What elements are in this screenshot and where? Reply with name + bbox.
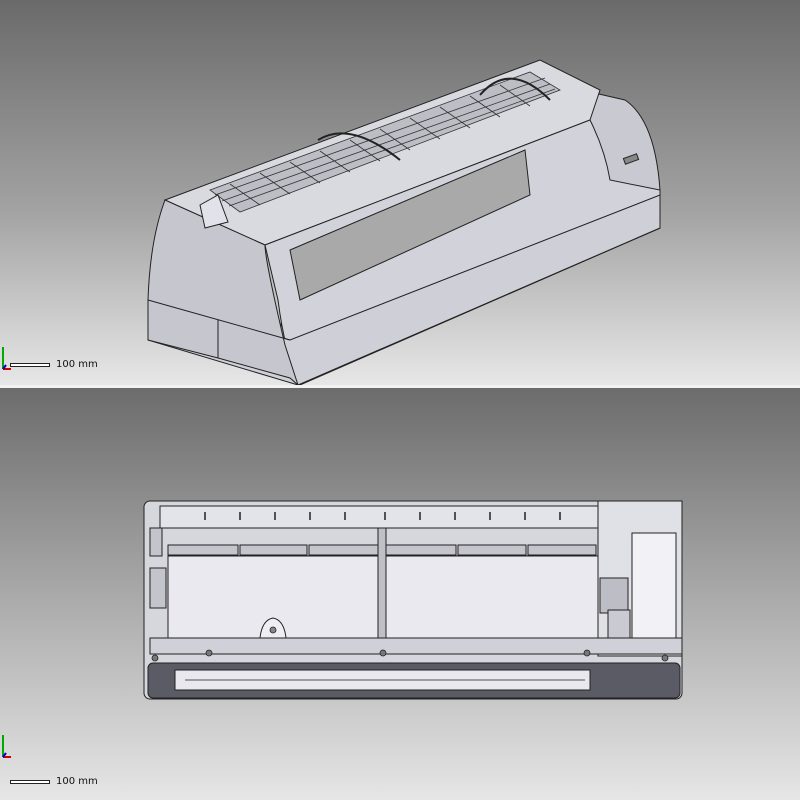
scale-bar-label: 100 mm <box>56 359 98 370</box>
scale-bar <box>10 362 50 367</box>
triad-icon <box>2 735 11 758</box>
right-window <box>631 532 677 649</box>
scale-bar-label: 100 mm <box>56 776 98 787</box>
left-clip <box>149 527 163 557</box>
hook-hole <box>269 626 277 634</box>
ac-unit-isometric-model[interactable] <box>0 0 800 385</box>
scale-bar <box>10 779 50 784</box>
center-post <box>377 527 387 654</box>
right-bracket <box>599 577 629 614</box>
scale-bar-icon: 100 mm <box>10 776 98 787</box>
bottom-ledge <box>149 637 683 655</box>
ac-unit-front-model[interactable] <box>0 388 800 800</box>
viewport-front[interactable]: 100 mm <box>0 388 800 800</box>
top-rail <box>159 505 599 529</box>
viewport-isometric[interactable]: 100 mm <box>0 0 800 385</box>
right-clip <box>607 609 631 639</box>
left-bracket <box>149 567 167 609</box>
scale-bar-icon: 100 mm <box>10 359 98 370</box>
